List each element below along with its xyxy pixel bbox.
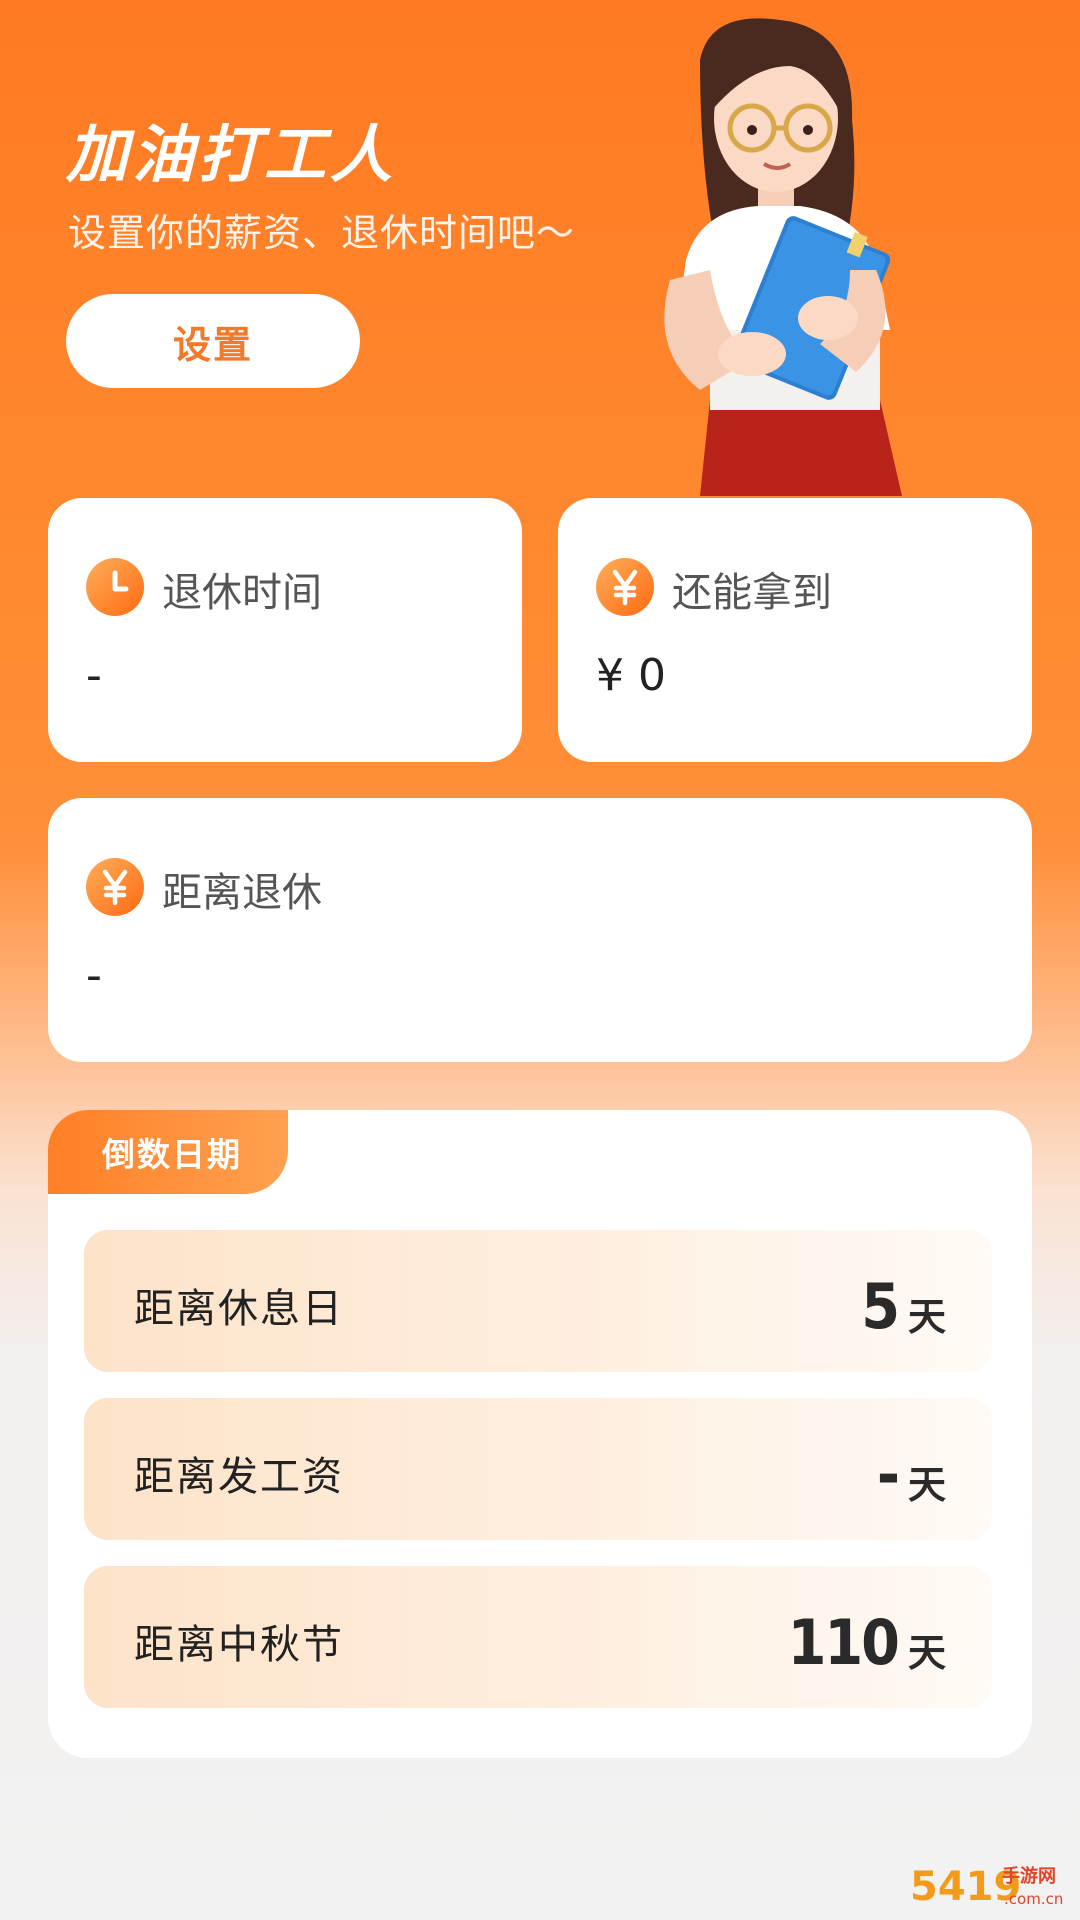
countdown-row-value: 5: [861, 1270, 900, 1343]
countdown-row-value: -: [876, 1438, 900, 1511]
countdown-row-label: 距离休息日: [134, 1286, 344, 1332]
countdown-row-unit: 天: [907, 1631, 946, 1675]
girl-illustration: [664, 18, 902, 496]
remaining-earnings-card: 还能拿到 ¥ 0: [558, 498, 1032, 762]
clock-icon: [86, 558, 144, 616]
countdown-row-mid-autumn: 距离中秋节 110 天: [84, 1566, 992, 1708]
retire-time-card: 退休时间 -: [48, 498, 522, 762]
countdown-tab: 倒数日期: [48, 1110, 288, 1194]
countdown-row-label: 距离发工资: [134, 1454, 344, 1500]
remaining-earnings-value: ¥ 0: [596, 650, 666, 701]
countdown-row-label: 距离中秋节: [134, 1622, 344, 1668]
countdown-row-rest-day: 距离休息日 5 天: [84, 1230, 992, 1372]
distance-retire-label: 距离退休: [162, 870, 322, 916]
retire-time-label: 退休时间: [162, 570, 322, 616]
setup-button[interactable]: 设置: [66, 294, 360, 388]
watermark-logo: 5419 手游网 .com.cn: [910, 1864, 1063, 1910]
retire-time-value: -: [86, 650, 102, 701]
countdown-row-unit: 天: [907, 1295, 946, 1339]
yen-icon: [86, 858, 144, 916]
yen-icon: [596, 558, 654, 616]
distance-retire-card: 距离退休 -: [48, 798, 1032, 1062]
watermark-site: 手游网: [1002, 1865, 1056, 1887]
remaining-earnings-label: 还能拿到: [672, 570, 832, 616]
countdown-row-payday: 距离发工资 - 天: [84, 1398, 992, 1540]
page-title: 加油打工人: [66, 118, 397, 191]
distance-retire-value: -: [86, 950, 102, 1001]
countdown-row-unit: 天: [907, 1463, 946, 1507]
countdown-panel: 倒数日期 距离休息日 5 天 距离发工资 - 天 距离中秋节 110 天: [48, 1110, 1032, 1758]
countdown-row-value: 110: [787, 1606, 900, 1679]
watermark-domain: .com.cn: [1004, 1890, 1063, 1908]
page-subtitle: 设置你的薪资、退休时间吧～: [68, 211, 576, 255]
